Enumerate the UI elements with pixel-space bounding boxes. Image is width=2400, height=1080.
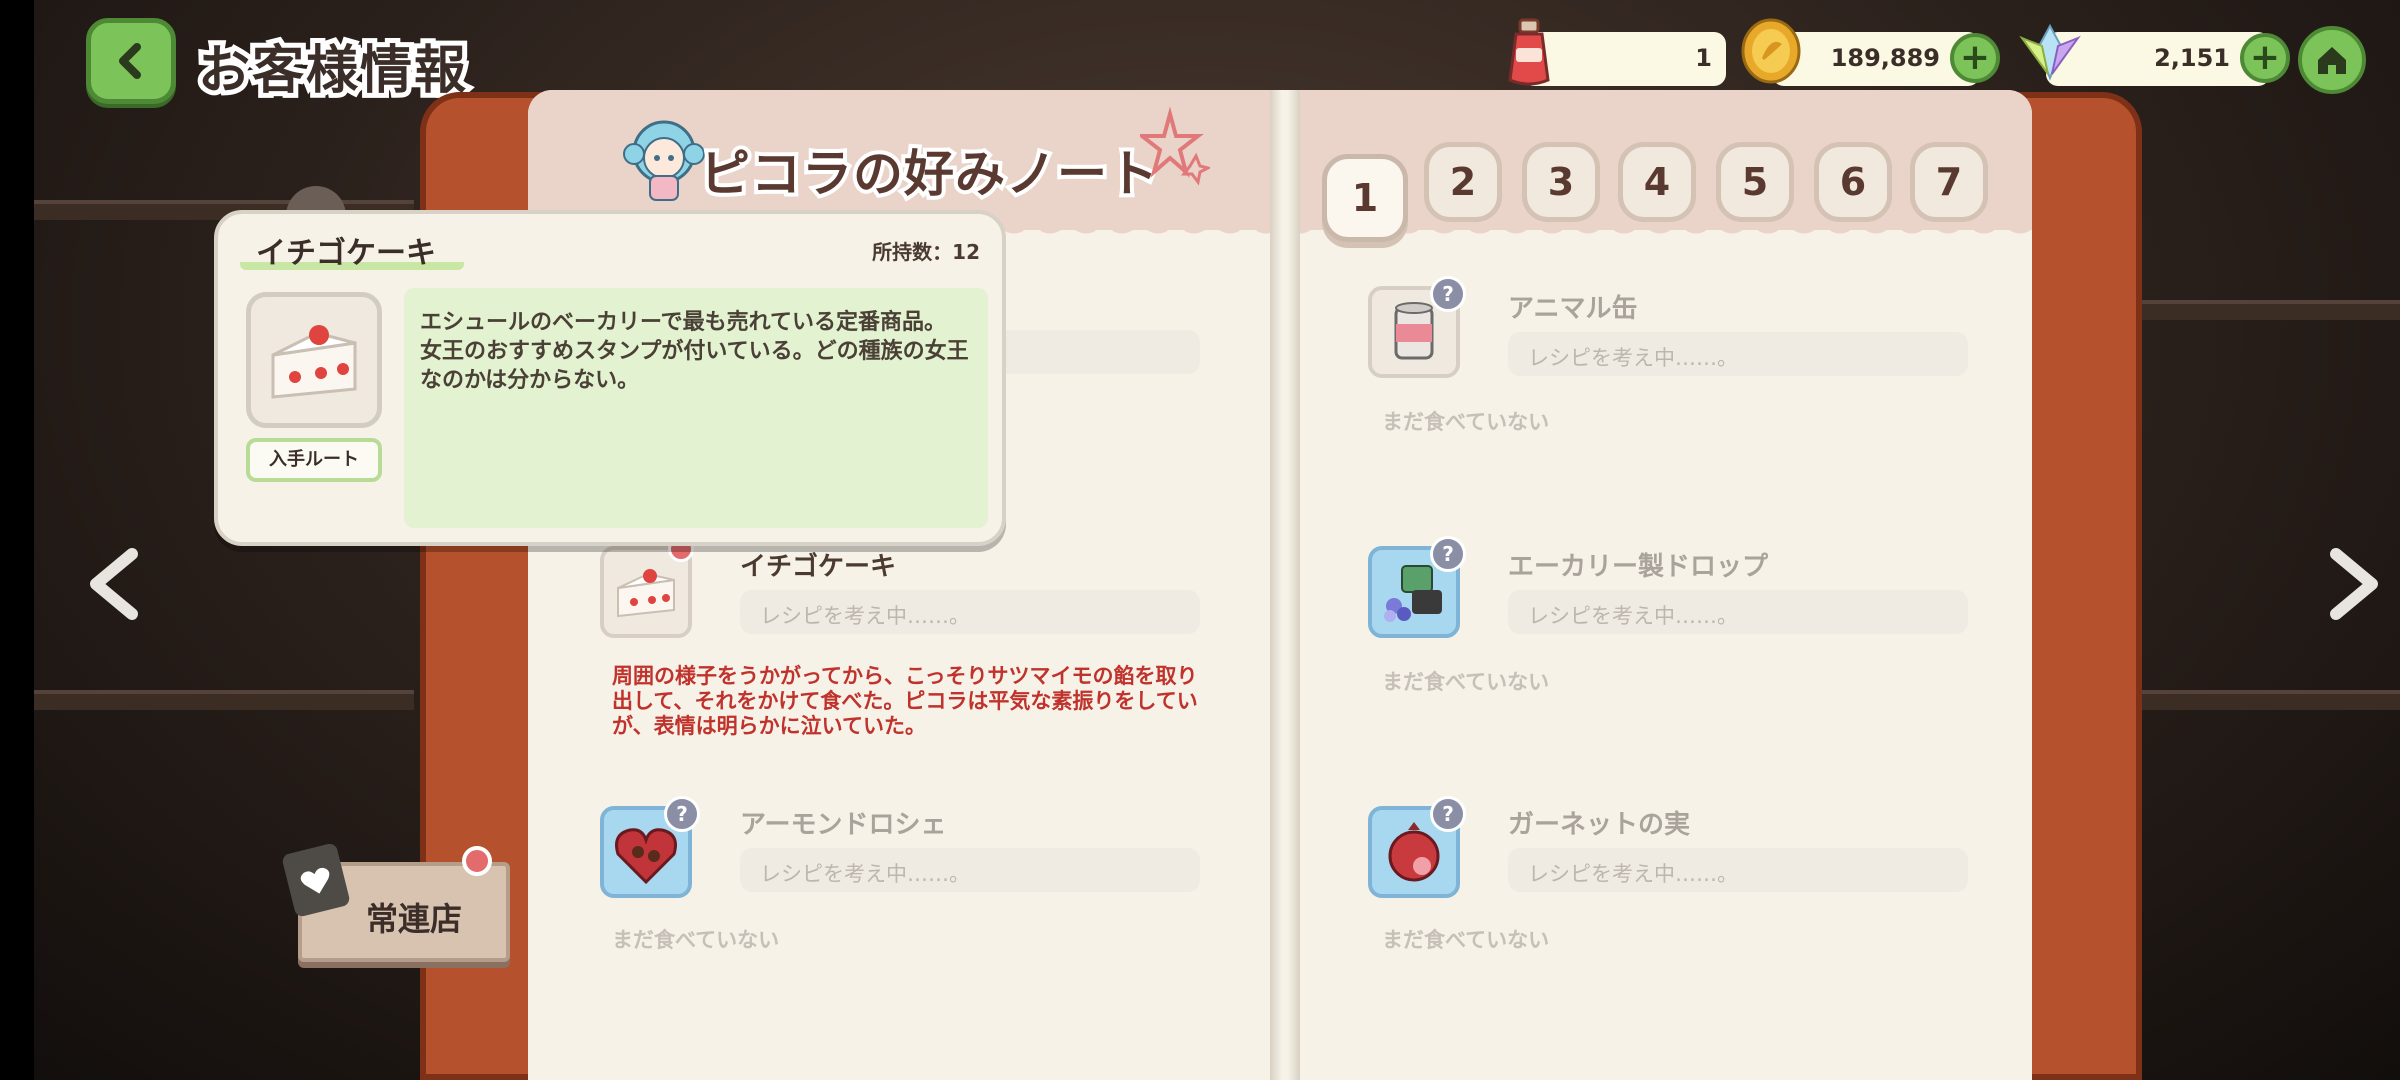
- owned-count: 所持数：12: [872, 240, 980, 264]
- strawberry-cake-icon: [617, 569, 675, 618]
- tab-4[interactable]: 4: [1618, 142, 1696, 222]
- item-detail-tooltip: イチゴケーキ 所持数：12 入手ルート エシュールのベーカリーで最も売れている定…: [214, 210, 1006, 546]
- item-description: エシュールのベーカリーで最も売れている定番商品。 女王のおすすめスタンプが付いて…: [404, 288, 988, 528]
- recipe-text: レシピを考え中……。: [1528, 604, 1738, 628]
- tab-3[interactable]: 3: [1522, 142, 1600, 222]
- recipe-text: レシピを考え中……。: [760, 604, 970, 628]
- recipe-box: レシピを考え中……。: [740, 590, 1200, 634]
- star-doodle-icon: [1140, 106, 1210, 186]
- gem-value: 2,151: [2154, 44, 2230, 72]
- tooltip-item-name: イチゴケーキ: [256, 236, 436, 271]
- acquisition-route-button[interactable]: 入手ルート: [246, 438, 382, 482]
- home-icon: [2318, 47, 2346, 74]
- unknown-badge: ?: [1430, 276, 1466, 312]
- strawberry-cake-icon: [271, 325, 357, 399]
- book-spine: [1270, 90, 1300, 1080]
- flower-badge-icon: [462, 846, 492, 876]
- home-button[interactable]: [2298, 26, 2366, 94]
- item-name: エーカリー製ドロップ: [1508, 552, 1769, 582]
- not-eaten-status: まだ食べていない: [612, 928, 780, 952]
- page-title: お客様情報: [193, 36, 471, 106]
- tab-6[interactable]: 6: [1814, 142, 1892, 222]
- chevron-left-icon: [119, 43, 141, 79]
- potion-value: 1: [1695, 44, 1712, 72]
- recipe-box: レシピを考え中……。: [1508, 848, 1968, 892]
- tab-5[interactable]: 5: [1716, 142, 1794, 222]
- item-name: アーモンドロシェ: [740, 810, 947, 840]
- add-coins-button[interactable]: +: [1950, 33, 2000, 83]
- item-name: イチゴケーキ: [740, 552, 897, 582]
- red-potion-icon: [1508, 18, 1550, 86]
- item-name: ガーネットの実: [1508, 810, 1691, 840]
- memo-text: 周囲の様子をうかがってから、こっそりサツマイモの餡を取り出して、それをかけて食べ…: [612, 664, 1198, 738]
- add-gems-button[interactable]: +: [2240, 33, 2290, 83]
- heart-tag-icon: [281, 842, 351, 918]
- crystal-gem-icon: [2019, 23, 2081, 81]
- tab-7[interactable]: 7: [1910, 142, 1988, 222]
- tab-2[interactable]: 2: [1424, 142, 1502, 222]
- tab-1[interactable]: 1: [1322, 154, 1408, 242]
- recipe-text: レシピを考え中……。: [1528, 346, 1738, 370]
- background-shelf: [2140, 300, 2400, 320]
- note-title: ピコラの好みノート: [696, 141, 1162, 207]
- tooltip-item-icon: [246, 292, 382, 428]
- coin-value: 189,889: [1830, 44, 1940, 72]
- recipe-text: レシピを考え中……。: [760, 862, 970, 886]
- not-eaten-status: まだ食べていない: [1382, 670, 1550, 694]
- coin-counter: 189,889 +: [1772, 32, 2000, 86]
- background-shelf: [34, 690, 414, 710]
- previous-page-arrow-icon[interactable]: [86, 548, 142, 620]
- unknown-badge: ?: [664, 796, 700, 832]
- next-page-arrow-icon[interactable]: [2326, 548, 2382, 620]
- game-scene: お客様情報 1 189,889 + 2,151 + ピコラの好みノート 1 2 …: [0, 0, 2400, 1080]
- background-shelf: [2140, 690, 2400, 710]
- unknown-badge: ?: [1430, 536, 1466, 572]
- recipe-text: レシピを考え中……。: [1528, 862, 1738, 886]
- screen-edge: [0, 0, 34, 1080]
- picola-portrait-icon: [623, 120, 705, 201]
- recipe-box: レシピを考え中……。: [1508, 590, 1968, 634]
- regular-shop-label: 常連店: [366, 900, 463, 938]
- unknown-badge: ?: [1430, 796, 1466, 832]
- recipe-box: レシピを考え中……。: [1508, 332, 1968, 376]
- item-name: アニマル缶: [1508, 294, 1638, 324]
- back-button[interactable]: [86, 18, 176, 104]
- not-eaten-status: まだ食べていない: [1382, 928, 1550, 952]
- not-eaten-status: まだ食べていない: [1382, 410, 1550, 434]
- recipe-box: レシピを考え中……。: [740, 848, 1200, 892]
- gold-coin-icon: [1741, 18, 1801, 84]
